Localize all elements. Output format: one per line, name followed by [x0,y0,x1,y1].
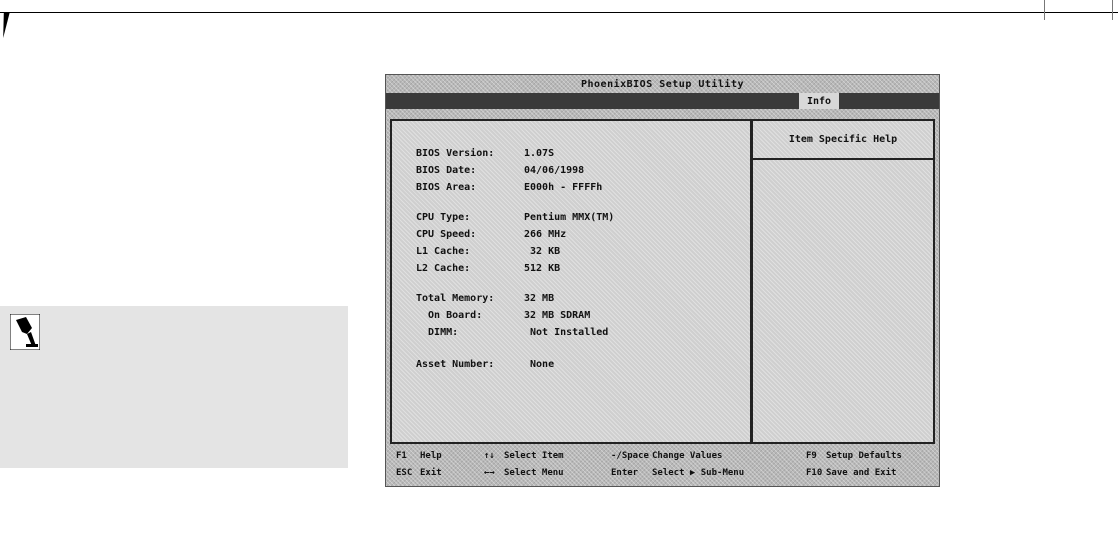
info-value: 04/06/1998 [524,164,585,176]
key-f9: F9 [806,451,817,461]
info-label: L1 Cache: [416,245,471,257]
key-change: -/Space [611,451,649,461]
info-row-l1-cache: L1 Cache: 32 KB [416,244,560,258]
pen-note-icon [10,314,40,350]
info-value: Not Installed [524,326,609,338]
info-value: 32 MB SDRAM [524,309,591,321]
bios-key-legend: F1 Help ESC Exit ↑↓ Select Item ←→ Selec… [386,449,939,485]
key-enter: Enter [611,468,639,478]
key-change-desc: Change Values [652,451,723,461]
key-f1-desc: Help [420,451,442,461]
key-enter-desc: Select ▶ Sub-Menu [652,468,745,478]
help-header: Item Specific Help [753,121,933,160]
info-row-on-board: On Board: 32 MB SDRAM [416,308,590,322]
info-label: BIOS Date: [416,164,477,176]
info-value: 512 KB [524,262,561,274]
info-value: 32 KB [524,245,561,257]
info-label: Total Memory: [416,292,495,304]
info-row-bios-area: BIOS Area: E000h - FFFFh [416,180,602,194]
page-margin-line [1044,0,1045,20]
info-value: 266 MHz [524,228,567,240]
key-f1: F1 [396,451,407,461]
info-row-cpu-type: CPU Type: Pentium MMX(TM) [416,210,614,224]
key-f9-desc: Setup Defaults [826,451,902,461]
info-row-total-memory: Total Memory: 32 MB [416,291,554,305]
bios-title: PhoenixBIOS Setup Utility [580,78,744,90]
bios-menu-bar: Info [386,93,939,109]
info-row-bios-date: BIOS Date: 04/06/1998 [416,163,584,177]
info-value: Pentium MMX(TM) [524,211,615,223]
key-f10: F10 [806,468,823,478]
info-label: On Board: [416,309,483,321]
page-margin-line [1112,0,1113,20]
key-esc: ESC [396,468,413,478]
key-esc-desc: Exit [420,468,442,478]
info-label: DIMM: [416,326,459,338]
info-value: 1.07S [524,147,555,159]
key-updown: ↑↓ [484,451,495,461]
info-label: BIOS Area: [416,181,477,193]
info-value: None [524,358,555,370]
key-leftright-desc: Select Menu [504,468,564,478]
info-label: Asset Number: [416,358,495,370]
tab-info[interactable]: Info [799,93,840,109]
info-row-l2-cache: L2 Cache: 512 KB [416,261,560,275]
info-row-cpu-speed: CPU Speed: 266 MHz [416,227,566,241]
page-corner-mark [0,12,10,38]
info-row-asset-number[interactable]: Asset Number: None [416,357,554,371]
info-row-bios-version: BIOS Version: 1.07S [416,146,554,160]
info-label: BIOS Version: [416,147,495,159]
info-row-dimm: DIMM: Not Installed [416,325,608,339]
info-panel: BIOS Version: 1.07S BIOS Date: 04/06/1998 … [390,119,752,444]
info-label: CPU Type: [416,211,471,223]
info-value: E000h - FFFFh [524,181,603,193]
key-leftright: ←→ [484,468,495,478]
info-label: CPU Speed: [416,228,477,240]
info-value: 32 MB [524,292,555,304]
info-label: L2 Cache: [416,262,471,274]
key-updown-desc: Select Item [504,451,564,461]
note-box [0,306,348,468]
page-top-rule [0,12,1118,13]
bios-setup-screen: PhoenixBIOS Setup Utility Info BIOS Vers… [385,74,940,487]
help-panel: Item Specific Help [751,119,935,444]
key-f10-desc: Save and Exit [826,468,897,478]
